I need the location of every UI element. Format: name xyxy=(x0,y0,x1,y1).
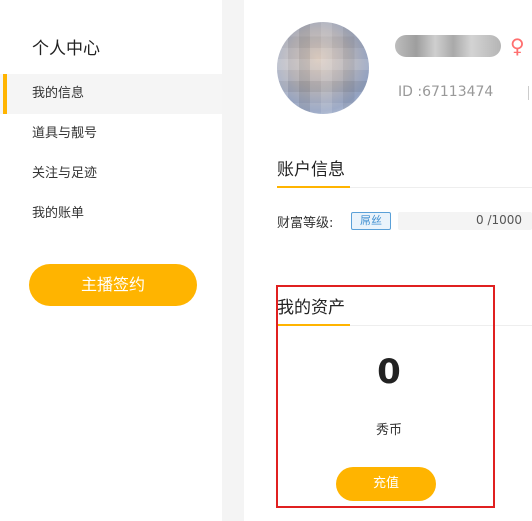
sidebar-item-props[interactable]: 道具与靓号 xyxy=(0,114,222,154)
main-panel: ♀ ID :67113474 账户信息 财富等级: 屌丝 0 /1000 我的资… xyxy=(244,0,532,521)
wealth-level-badge: 屌丝 xyxy=(351,212,391,230)
sidebar-item-label: 关注与足迹 xyxy=(32,166,98,181)
divider xyxy=(528,86,529,100)
sidebar-item-bill[interactable]: 我的账单 xyxy=(0,194,222,234)
anchor-sign-button[interactable]: 主播签约 xyxy=(29,264,197,306)
tab-underline xyxy=(277,186,350,188)
avatar[interactable] xyxy=(277,22,369,114)
username-redacted xyxy=(395,35,501,57)
sidebar-item-label: 我的信息 xyxy=(32,86,85,101)
coin-unit: 秀币 xyxy=(375,423,402,438)
sidebar-item-follow[interactable]: 关注与足迹 xyxy=(0,154,222,194)
sidebar-item-my-info[interactable]: 我的信息 xyxy=(0,74,222,114)
tab-underline xyxy=(277,324,350,326)
account-info-title: 账户信息 xyxy=(277,160,345,180)
assets-title: 我的资产 xyxy=(277,298,345,318)
sidebar-item-label: 我的账单 xyxy=(32,206,85,221)
wealth-level-label: 财富等级: xyxy=(277,216,334,231)
wealth-progress-text: 0 /1000 xyxy=(476,213,523,227)
sidebar: 个人中心 我的信息 道具与靓号 关注与足迹 我的账单 主播签约 xyxy=(0,0,222,521)
recharge-button[interactable]: 充值 xyxy=(336,467,436,501)
sidebar-item-label: 道具与靓号 xyxy=(32,126,98,141)
sidebar-title: 个人中心 xyxy=(32,39,100,59)
female-icon: ♀ xyxy=(510,34,525,58)
user-id: ID :67113474 xyxy=(398,84,494,100)
coin-balance: 0 xyxy=(377,352,401,392)
